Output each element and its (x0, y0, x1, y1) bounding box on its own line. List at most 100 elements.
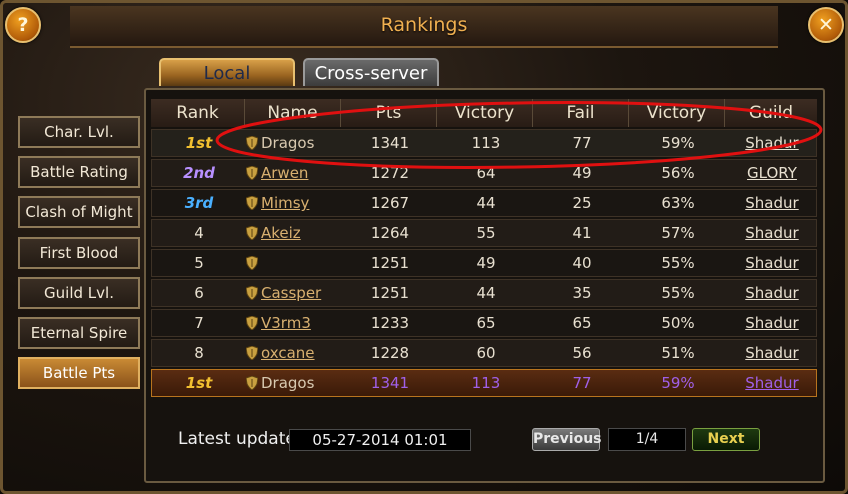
sidebar-item-guild-lvl[interactable]: Guild Lvl. (18, 277, 140, 309)
header-pts: Pts (341, 99, 437, 127)
fail-cell: 77 (572, 374, 592, 392)
shield-icon (246, 256, 258, 270)
pts-cell: 1341 (370, 134, 410, 152)
guild-link[interactable]: Shadur (726, 280, 818, 306)
sidebar-item-battle-pts[interactable]: Battle Pts (18, 357, 140, 389)
guild-link[interactable]: GLORY (726, 160, 818, 186)
rank-cell: 2nd (183, 164, 215, 182)
fail-cell: 77 (572, 134, 592, 152)
victory-rate-cell: 57% (661, 224, 695, 242)
pts-cell: 1233 (370, 314, 410, 332)
table-row[interactable]: 6 Cassper 1251 44 35 55% Shadur (151, 279, 817, 307)
player-name[interactable]: Akeiz (261, 224, 301, 242)
table-header: Rank Name Pts Victory Fail Victory Guild (151, 99, 817, 127)
table-row[interactable]: 3rd Mimsy 1267 44 25 63% Shadur (151, 189, 817, 217)
shield-icon (246, 196, 258, 210)
player-name-link[interactable]: deathwalker (246, 250, 344, 298)
player-name-link[interactable]: Akeiz (246, 220, 344, 246)
help-button[interactable]: ? (5, 7, 41, 43)
table-row[interactable]: 2nd Arwen 1272 64 49 56% GLORY (151, 159, 817, 187)
victory-rate-cell: 55% (661, 254, 695, 272)
header-name: Name (245, 99, 341, 127)
shield-icon (246, 286, 258, 300)
header-victory: Victory (437, 99, 533, 127)
table-row[interactable]: 7 V3rm3 1233 65 65 50% Shadur (151, 309, 817, 337)
previous-button[interactable]: Previous (532, 428, 602, 451)
player-name[interactable]: Cassper (261, 284, 321, 302)
table-row[interactable]: 1st Dragos 1341 113 77 59% Shadur (151, 129, 817, 157)
rank-cell: 6 (194, 284, 204, 302)
player-name-link[interactable]: Arwen (246, 160, 344, 186)
victory-cell: 113 (471, 134, 501, 152)
tab-local[interactable]: Local (159, 58, 295, 86)
guild-link[interactable]: Shadur (726, 310, 818, 336)
tab-cross-server[interactable]: Cross-server (303, 58, 439, 86)
table-row[interactable]: 8 oxcane 1228 60 56 51% Shadur (151, 339, 817, 367)
player-name-link[interactable]: Dragos (246, 370, 344, 396)
guild-link[interactable]: Shadur (726, 130, 818, 156)
rank-cell: 8 (194, 344, 204, 362)
sidebar-item-char-lvl[interactable]: Char. Lvl. (18, 116, 140, 148)
pts-cell: 1267 (370, 194, 410, 212)
close-icon: ✕ (818, 14, 834, 36)
page-indicator: 1/4 (608, 428, 686, 451)
question-mark-icon: ? (17, 14, 29, 36)
header-victory-rate: Victory (629, 99, 725, 127)
guild-link[interactable]: Shadur (726, 190, 818, 216)
player-name-link[interactable]: Dragos (246, 130, 344, 156)
fail-cell: 35 (572, 284, 592, 302)
fail-cell: 56 (572, 344, 592, 362)
latest-update-value: 05-27-2014 01:01 (289, 429, 471, 451)
guild-link[interactable]: Shadur (726, 220, 818, 246)
own-ranking-row[interactable]: 1st Dragos 1341 113 77 59% Shadur (151, 369, 817, 397)
player-name[interactable]: V3rm3 (261, 314, 311, 332)
guild-link[interactable]: Shadur (726, 340, 818, 366)
victory-rate-cell: 56% (661, 164, 695, 182)
player-name[interactable]: Mimsy (261, 194, 309, 212)
rank-cell: 1st (185, 374, 213, 392)
fail-cell: 65 (572, 314, 592, 332)
victory-cell: 65 (476, 314, 496, 332)
fail-cell: 41 (572, 224, 592, 242)
header-guild: Guild (748, 103, 794, 123)
victory-cell: 60 (476, 344, 496, 362)
sidebar-item-battle-rating[interactable]: Battle Rating (18, 156, 140, 188)
pts-cell: 1341 (370, 374, 410, 392)
player-name[interactable]: Arwen (261, 164, 308, 182)
victory-cell: 113 (471, 374, 501, 392)
player-name-link[interactable]: Mimsy (246, 190, 344, 216)
player-name-link[interactable]: oxcane (246, 340, 344, 366)
rank-cell: 1st (185, 134, 213, 152)
pts-cell: 1264 (370, 224, 410, 242)
latest-update-label: Latest update (178, 429, 296, 449)
sidebar-item-clash-of-might[interactable]: Clash of Might (18, 196, 140, 228)
victory-rate-cell: 51% (661, 344, 695, 362)
next-button[interactable]: Next (692, 428, 760, 451)
player-name-link[interactable]: V3rm3 (246, 310, 344, 336)
victory-rate-cell: 50% (661, 314, 695, 332)
pts-cell: 1251 (370, 254, 410, 272)
table-row[interactable]: 4 Akeiz 1264 55 41 57% Shadur (151, 219, 817, 247)
rank-cell: 4 (194, 224, 204, 242)
player-name[interactable]: oxcane (261, 344, 315, 362)
pts-cell: 1272 (370, 164, 410, 182)
header-rank: Rank (151, 99, 245, 127)
player-name[interactable]: Dragos (261, 374, 314, 392)
sidebar-item-eternal-spire[interactable]: Eternal Spire (18, 317, 140, 349)
header-fail: Fail (533, 99, 629, 127)
fail-cell: 40 (572, 254, 592, 272)
victory-rate-cell: 59% (661, 374, 695, 392)
player-name[interactable]: Dragos (261, 134, 314, 152)
guild-link[interactable]: Shadur (726, 250, 818, 276)
close-button[interactable]: ✕ (808, 7, 844, 43)
victory-cell: 64 (476, 164, 496, 182)
guild-link[interactable]: Shadur (726, 370, 818, 396)
shield-icon (246, 376, 258, 390)
fail-cell: 25 (572, 194, 592, 212)
table-row[interactable]: 5 deathwalker 1251 49 40 55% Shadur (151, 249, 818, 298)
victory-rate-cell: 63% (661, 194, 695, 212)
shield-icon (246, 166, 258, 180)
window-title: Rankings (380, 14, 468, 36)
sidebar-item-first-blood[interactable]: First Blood (18, 237, 140, 269)
player-name-link[interactable]: Cassper (246, 280, 344, 306)
